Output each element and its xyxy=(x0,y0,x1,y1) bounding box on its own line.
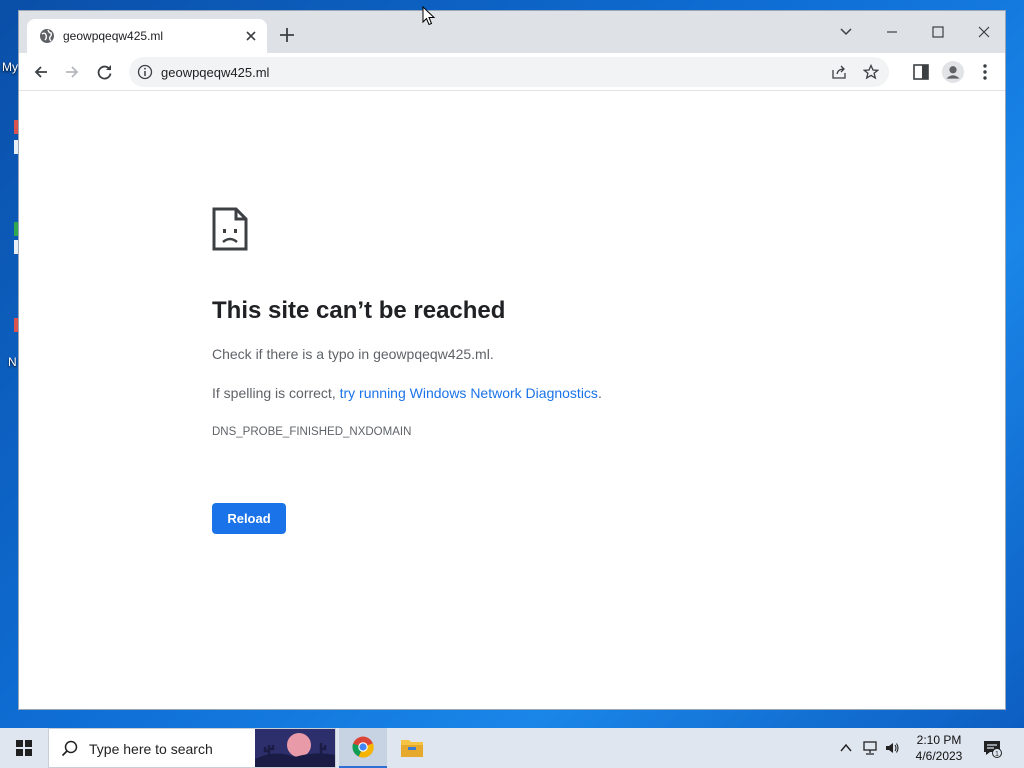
error-title: This site can’t be reached xyxy=(212,297,506,324)
reload-button[interactable]: Reload xyxy=(212,503,286,534)
browser-toolbar: geowpqeqw425.ml xyxy=(19,53,1005,91)
notification-count: 1 xyxy=(995,751,999,758)
close-window-icon[interactable] xyxy=(969,17,999,47)
notification-center-icon[interactable]: 1 xyxy=(982,738,1002,758)
taskbar-search-box[interactable]: Type here to search xyxy=(48,728,336,768)
chrome-taskbar-icon[interactable] xyxy=(339,728,387,768)
chevron-up-icon[interactable] xyxy=(838,740,854,756)
clock-date: 4/6/2023 xyxy=(915,749,963,763)
sad-document-icon xyxy=(212,207,248,251)
globe-icon xyxy=(40,29,54,43)
notification-icon: 1 xyxy=(984,741,1002,758)
more-menu-icon[interactable] xyxy=(975,62,995,82)
site-info-icon[interactable] xyxy=(137,64,153,80)
desktop-icon-label-n[interactable]: N xyxy=(8,355,17,369)
profile-avatar-icon[interactable] xyxy=(942,61,964,83)
file-explorer-taskbar-icon[interactable] xyxy=(388,728,436,768)
volume-icon[interactable] xyxy=(884,740,900,756)
maximize-icon[interactable] xyxy=(923,17,953,47)
network-diagnostics-link[interactable]: try running Windows Network Diagnostics xyxy=(340,385,598,401)
side-panel-icon[interactable] xyxy=(911,62,931,82)
reload-icon[interactable] xyxy=(95,62,115,82)
mouse-cursor-icon xyxy=(422,6,436,26)
taskbar: Type here to search 2:10 PM 4/6/2023 1 xyxy=(0,728,1024,768)
error-code: DNS_PROBE_FINISHED_NXDOMAIN xyxy=(212,426,412,438)
back-arrow-icon[interactable] xyxy=(31,62,51,82)
forward-arrow-icon[interactable] xyxy=(62,62,82,82)
address-bar[interactable]: geowpqeqw425.ml xyxy=(129,57,889,87)
desktop-icon-label-my[interactable]: My xyxy=(2,60,18,74)
error-typo-hint: Check if there is a typo in geowpqeqw425… xyxy=(212,346,494,362)
tab-strip: geowpqeqw425.ml xyxy=(19,11,1005,53)
tab-title: geowpqeqw425.ml xyxy=(63,29,164,43)
tab-search-chevron-down-icon[interactable] xyxy=(831,17,861,47)
search-icon xyxy=(61,740,78,757)
clock-time: 2:10 PM xyxy=(916,733,962,747)
share-icon[interactable] xyxy=(831,64,847,80)
windows-start-icon[interactable] xyxy=(0,728,48,768)
minimize-icon[interactable] xyxy=(877,17,907,47)
browser-tab[interactable]: geowpqeqw425.ml xyxy=(27,19,267,53)
taskbar-clock[interactable]: 2:10 PM 4/6/2023 xyxy=(906,732,972,764)
diagnostics-prefix: If spelling is correct, xyxy=(212,385,340,401)
network-icon[interactable] xyxy=(862,740,878,756)
search-highlight-desert-icon xyxy=(255,729,335,767)
close-tab-icon[interactable] xyxy=(243,28,259,44)
new-tab-icon[interactable] xyxy=(277,25,297,45)
search-placeholder: Type here to search xyxy=(89,741,213,757)
diagnostics-suffix: . xyxy=(597,385,602,401)
url-text: geowpqeqw425.ml xyxy=(161,65,270,80)
error-diagnostics-hint: If spelling is correct, try running Wind… xyxy=(212,385,602,401)
bookmark-star-icon[interactable] xyxy=(863,64,879,80)
browser-window: geowpqeqw425.ml geowpqeqw425.ml This sit… xyxy=(18,10,1006,710)
error-page: This site can’t be reached Check if ther… xyxy=(19,92,1005,709)
